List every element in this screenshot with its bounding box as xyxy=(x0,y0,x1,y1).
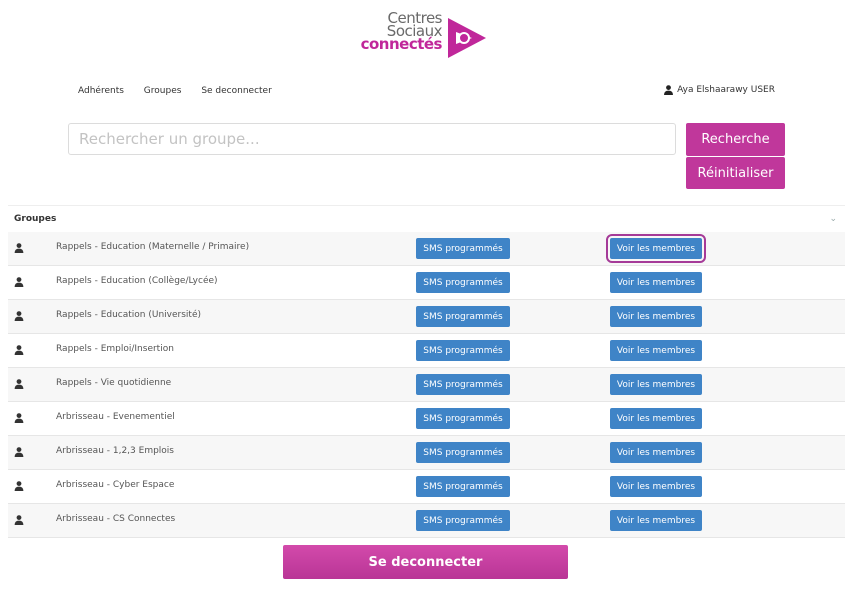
search-input[interactable] xyxy=(68,123,676,155)
view-members-button[interactable]: Voir les membres xyxy=(610,306,702,327)
groups-panel: Groupes ⌄ Rappels - Education (Maternell… xyxy=(8,205,845,538)
group-name: Rappels - Education (Collège/Lycée) xyxy=(56,276,218,286)
user-icon xyxy=(14,243,24,253)
table-row: Rappels - Emploi/Insertion SMS programmés… xyxy=(8,334,845,368)
user-icon xyxy=(14,413,24,423)
view-members-button[interactable]: Voir les membres xyxy=(610,442,702,463)
view-members-button[interactable]: Voir les membres xyxy=(610,340,702,361)
table-row: Arbrisseau - Cyber Espace SMS programmés V… xyxy=(8,470,845,504)
table-row: Rappels - Education (Maternelle / Primai… xyxy=(8,232,845,266)
panel-title: Groupes xyxy=(14,214,57,224)
nav-item-logout[interactable]: Se deconnecter xyxy=(201,86,271,96)
reset-button[interactable]: Réinitialiser xyxy=(686,157,785,189)
logo-line-3: connectés xyxy=(360,35,443,53)
sms-programmes-button[interactable]: SMS programmés xyxy=(416,442,510,463)
logo: Centres Sociaux connectés xyxy=(360,11,490,64)
view-members-button[interactable]: Voir les membres xyxy=(610,476,702,497)
table-row: Rappels - Education (Collège/Lycée) SMS p… xyxy=(8,266,845,300)
user-menu[interactable]: Aya Elshaarawy USER xyxy=(664,85,775,95)
nav-item-groupes[interactable]: Groupes xyxy=(144,86,182,96)
table-row: Rappels - Education (Université) SMS prog… xyxy=(8,300,845,334)
view-members-button[interactable]: Voir les membres xyxy=(606,234,706,263)
view-members-button[interactable]: Voir les membres xyxy=(610,272,702,293)
sms-programmes-button[interactable]: SMS programmés xyxy=(416,374,510,395)
sms-programmes-button[interactable]: SMS programmés xyxy=(416,306,510,327)
logo-text: Centres Sociaux connectés xyxy=(360,11,443,53)
group-name: Arbrisseau - Cyber Espace xyxy=(56,480,175,490)
user-icon xyxy=(664,85,674,95)
sms-programmes-button[interactable]: SMS programmés xyxy=(416,476,510,497)
sms-programmes-button[interactable]: SMS programmés xyxy=(416,238,510,259)
nav-item-adherents[interactable]: Adhérents xyxy=(78,86,124,96)
group-name: Rappels - Vie quotidienne xyxy=(56,378,172,388)
user-icon xyxy=(14,345,24,355)
chevron-down-icon[interactable]: ⌄ xyxy=(829,214,837,224)
sms-programmes-button[interactable]: SMS programmés xyxy=(416,510,510,531)
sms-programmes-button[interactable]: SMS programmés xyxy=(416,272,510,293)
table-row: Arbrisseau - 1,2,3 Emplois SMS programmés… xyxy=(8,436,845,470)
group-name: Arbrisseau - Evenementiel xyxy=(56,412,175,422)
user-name: Aya Elshaarawy USER xyxy=(677,85,775,95)
view-members-button[interactable]: Voir les membres xyxy=(610,374,702,395)
sms-programmes-button[interactable]: SMS programmés xyxy=(416,340,510,361)
logout-button[interactable]: Se deconnecter xyxy=(283,545,568,579)
groups-list: Rappels - Education (Maternelle / Primai… xyxy=(8,232,845,538)
table-row: Arbrisseau - CS Connectes SMS programmés V… xyxy=(8,504,845,538)
group-name: Arbrisseau - CS Connectes xyxy=(56,514,176,524)
user-icon xyxy=(14,311,24,321)
view-members-button[interactable]: Voir les membres xyxy=(610,510,702,531)
group-name: Rappels - Education (Université) xyxy=(56,310,201,320)
view-members-button[interactable]: Voir les membres xyxy=(610,408,702,429)
user-icon xyxy=(14,447,24,457)
logo-mark-icon xyxy=(448,18,486,58)
top-nav: Adhérents Groupes Se deconnecter xyxy=(78,86,289,96)
table-row: Rappels - Vie quotidienne SMS programmés V… xyxy=(8,368,845,402)
table-row: Arbrisseau - Evenementiel SMS programmés V… xyxy=(8,402,845,436)
groups-panel-header[interactable]: Groupes ⌄ xyxy=(8,206,845,232)
search-button[interactable]: Recherche xyxy=(686,123,785,156)
user-icon xyxy=(14,379,24,389)
user-icon xyxy=(14,277,24,287)
sms-programmes-button[interactable]: SMS programmés xyxy=(416,408,510,429)
group-name: Arbrisseau - 1,2,3 Emplois xyxy=(56,446,174,456)
group-name: Rappels - Education (Maternelle / Primai… xyxy=(56,242,250,252)
user-icon xyxy=(14,515,24,525)
user-icon xyxy=(14,481,24,491)
group-name: Rappels - Emploi/Insertion xyxy=(56,344,174,354)
